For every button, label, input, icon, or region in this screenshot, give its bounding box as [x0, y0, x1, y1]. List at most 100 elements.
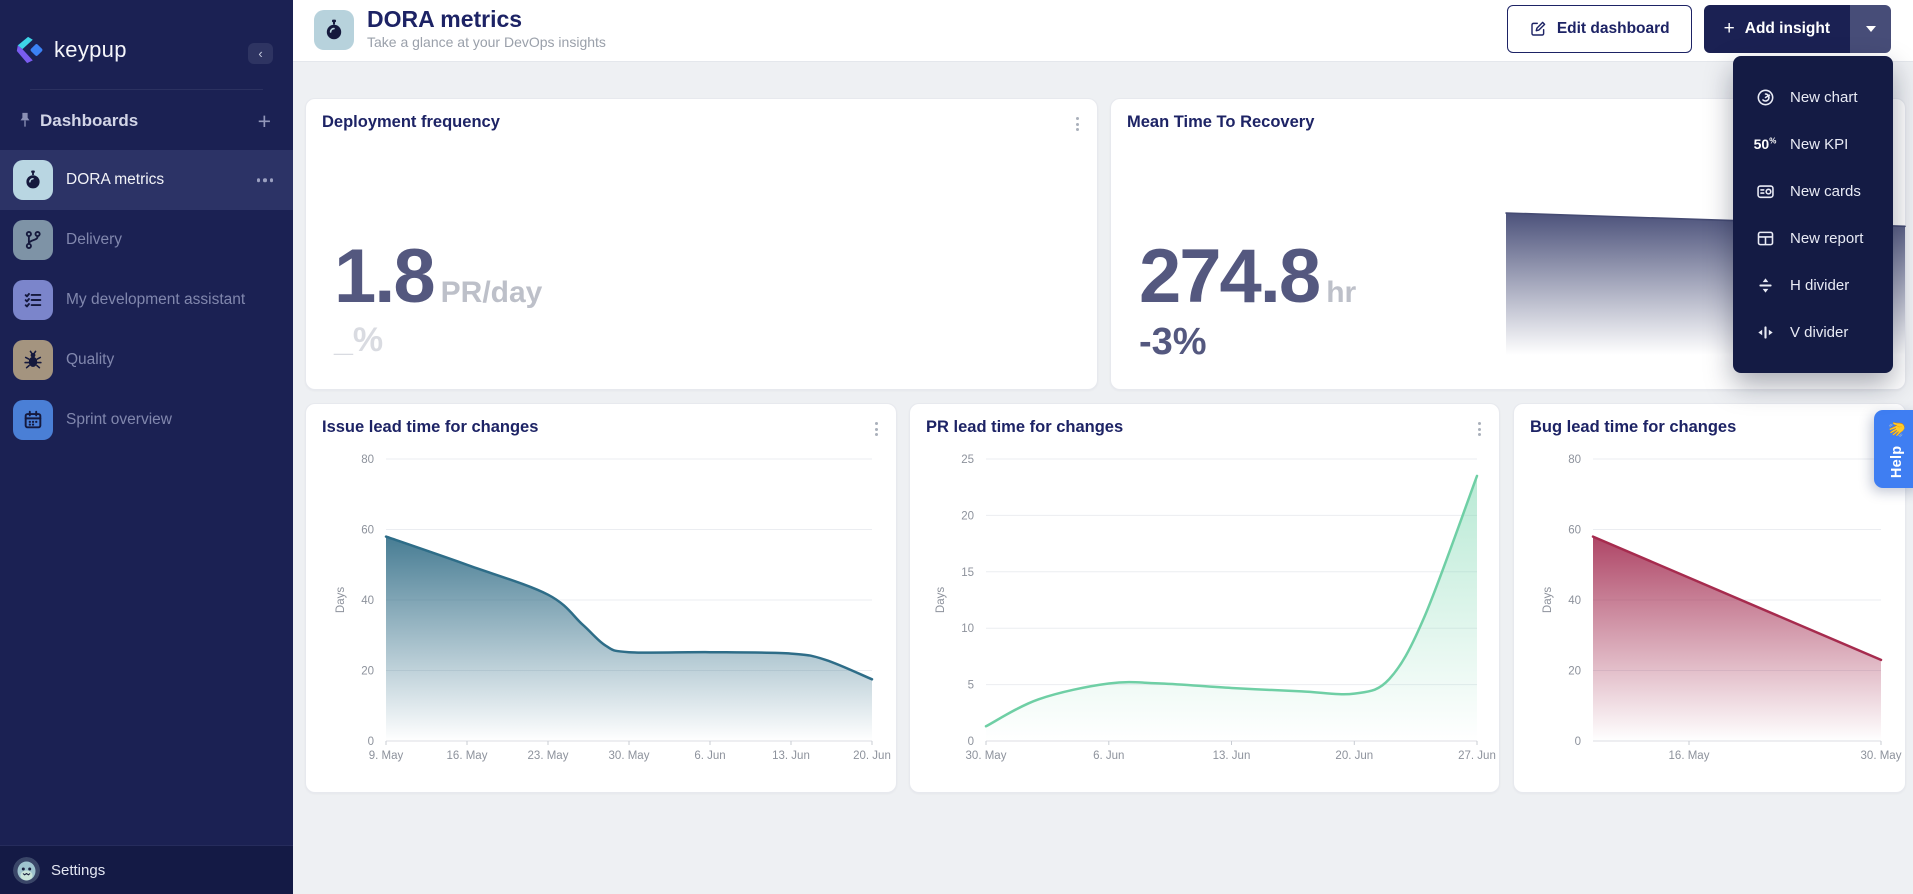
kpi-value: 274.8	[1139, 234, 1321, 319]
sidebar: keypup ‹ Dashboards + DORA metrics Deliv…	[0, 0, 293, 894]
add-insight-dropdown-toggle[interactable]	[1850, 5, 1891, 53]
svg-text:Days: Days	[335, 587, 347, 613]
donut-chart-icon	[1752, 85, 1778, 109]
add-insight-dropdown-menu: New chart 50% New KPI New cards New repo…	[1733, 56, 1893, 373]
chart-card-pr-lead-time: PR lead time for changes 0 5 10 15 20 25 30. M…	[909, 403, 1500, 793]
kpi-value: 1.8	[334, 234, 436, 319]
card-title: Deployment frequency	[322, 113, 500, 131]
svg-text:60: 60	[361, 525, 374, 537]
calendar-icon	[13, 400, 53, 440]
sidebar-item-dora-metrics[interactable]: DORA metrics	[0, 150, 293, 210]
help-label: Help	[1889, 445, 1905, 479]
report-table-icon	[1752, 226, 1778, 250]
card-options-button[interactable]	[869, 418, 884, 440]
sidebar-item-label: Sprint overview	[66, 411, 172, 428]
svg-text:16. May: 16. May	[447, 750, 488, 762]
svg-text:Days: Days	[935, 587, 947, 613]
sidebar-item-delivery[interactable]: Delivery	[0, 210, 293, 270]
svg-text:Days: Days	[1542, 587, 1554, 613]
logo-text: keypup	[54, 37, 127, 62]
svg-text:0: 0	[1575, 736, 1581, 748]
svg-text:20. Jun: 20. Jun	[853, 750, 891, 762]
svg-text:0: 0	[968, 736, 974, 748]
menu-item-new-kpi[interactable]: 50% New KPI	[1733, 132, 1893, 156]
card-options-button[interactable]	[1070, 113, 1085, 135]
logo[interactable]: keypup	[14, 35, 127, 65]
edit-dashboard-button[interactable]: Edit dashboard	[1506, 5, 1692, 53]
help-tab-button[interactable]: Help 👋	[1874, 410, 1913, 488]
card-title: Bug lead time for changes	[1530, 418, 1737, 436]
keypup-logo-icon	[16, 36, 43, 64]
main-area: DORA metrics Take a glance at your DevOp…	[293, 0, 1913, 894]
dashboard-stopwatch-icon	[314, 10, 354, 50]
settings-label: Settings	[51, 861, 106, 879]
cards-icon	[1752, 179, 1778, 203]
menu-item-h-divider[interactable]: H divider	[1733, 273, 1893, 297]
svg-text:20: 20	[961, 510, 974, 522]
sidebar-item-label: DORA metrics	[66, 171, 165, 188]
dashboards-section-label: Dashboards	[40, 111, 139, 130]
svg-text:13. Jun: 13. Jun	[1213, 750, 1251, 762]
svg-text:27. Jun: 27. Jun	[1458, 750, 1496, 762]
checklist-icon	[13, 280, 53, 320]
chevron-down-icon	[1865, 26, 1876, 32]
kpi-delta: -3%	[1139, 321, 1207, 363]
page-title: DORA metrics	[367, 6, 523, 32]
edit-pencil-icon	[1531, 21, 1546, 36]
issue-lead-time-area-chart: 0 20 40 60 80 9. May 16. May 23. May 30. May 6. J…	[335, 454, 891, 762]
edit-dashboard-label: Edit dashboard	[1556, 20, 1670, 37]
chart-card-issue-lead-time: Issue lead time for changes 0 20 40 60 80 9. …	[305, 403, 897, 793]
svg-text:30. May: 30. May	[1861, 750, 1902, 762]
svg-text:20. Jun: 20. Jun	[1335, 750, 1373, 762]
svg-text:6. Jun: 6. Jun	[694, 750, 725, 762]
menu-item-new-chart[interactable]: New chart	[1733, 85, 1893, 109]
waving-hand-icon: 👋	[1889, 419, 1906, 439]
git-branch-icon	[13, 220, 53, 260]
svg-text:15: 15	[961, 567, 974, 579]
svg-text:80: 80	[361, 454, 374, 466]
pin-icon	[20, 112, 30, 127]
menu-item-label: New KPI	[1790, 135, 1849, 153]
svg-text:9. May: 9. May	[369, 750, 404, 762]
sidebar-item-quality[interactable]: Quality	[0, 330, 293, 390]
h-divider-icon	[1752, 273, 1778, 297]
svg-text:0: 0	[368, 736, 374, 748]
menu-item-label: New cards	[1790, 182, 1861, 200]
svg-text:30. May: 30. May	[609, 750, 650, 762]
svg-text:13. Jun: 13. Jun	[772, 750, 810, 762]
add-insight-label: Add insight	[1744, 20, 1830, 37]
sidebar-divider	[30, 89, 263, 90]
settings-button[interactable]: Settings	[0, 845, 293, 894]
svg-text:16. May: 16. May	[1669, 750, 1710, 762]
page-subtitle: Take a glance at your DevOps insights	[367, 34, 606, 51]
add-insight-button[interactable]: + Add insight	[1703, 5, 1850, 53]
svg-text:5: 5	[968, 680, 974, 692]
card-title: PR lead time for changes	[926, 418, 1124, 436]
add-dashboard-button[interactable]: +	[258, 108, 271, 135]
dashboard-options-button[interactable]	[256, 178, 273, 182]
card-title: Mean Time To Recovery	[1127, 113, 1315, 131]
sidebar-item-label: Quality	[66, 351, 115, 368]
svg-text:20: 20	[1568, 666, 1581, 678]
kpi-unit: PR/day	[440, 276, 543, 309]
user-avatar	[13, 856, 40, 884]
svg-text:40: 40	[1568, 595, 1581, 607]
sidebar-item-my-development-assistant[interactable]: My development assistant	[0, 270, 293, 330]
sidebar-collapse-button[interactable]: ‹	[248, 43, 273, 64]
plus-icon: +	[1723, 18, 1735, 39]
pr-lead-time-area-chart: 0 5 10 15 20 25 30. May 6. Jun 13. Jun 20. Jun 27.…	[935, 454, 1496, 762]
menu-item-v-divider[interactable]: V divider	[1733, 320, 1893, 344]
sidebar-item-label: Delivery	[66, 231, 122, 248]
svg-text:80: 80	[1568, 454, 1581, 466]
menu-item-label: V divider	[1790, 323, 1849, 341]
add-insight-split-button: + Add insight	[1703, 5, 1891, 53]
sidebar-item-sprint-overview[interactable]: Sprint overview	[0, 390, 293, 450]
menu-item-new-report[interactable]: New report	[1733, 226, 1893, 250]
menu-item-label: New chart	[1790, 88, 1858, 106]
svg-text:23. May: 23. May	[528, 750, 569, 762]
sidebar-item-label: My development assistant	[66, 291, 246, 308]
card-title: Issue lead time for changes	[322, 418, 539, 436]
v-divider-icon	[1752, 320, 1778, 344]
menu-item-new-cards[interactable]: New cards	[1733, 179, 1893, 203]
card-options-button[interactable]	[1472, 418, 1487, 440]
